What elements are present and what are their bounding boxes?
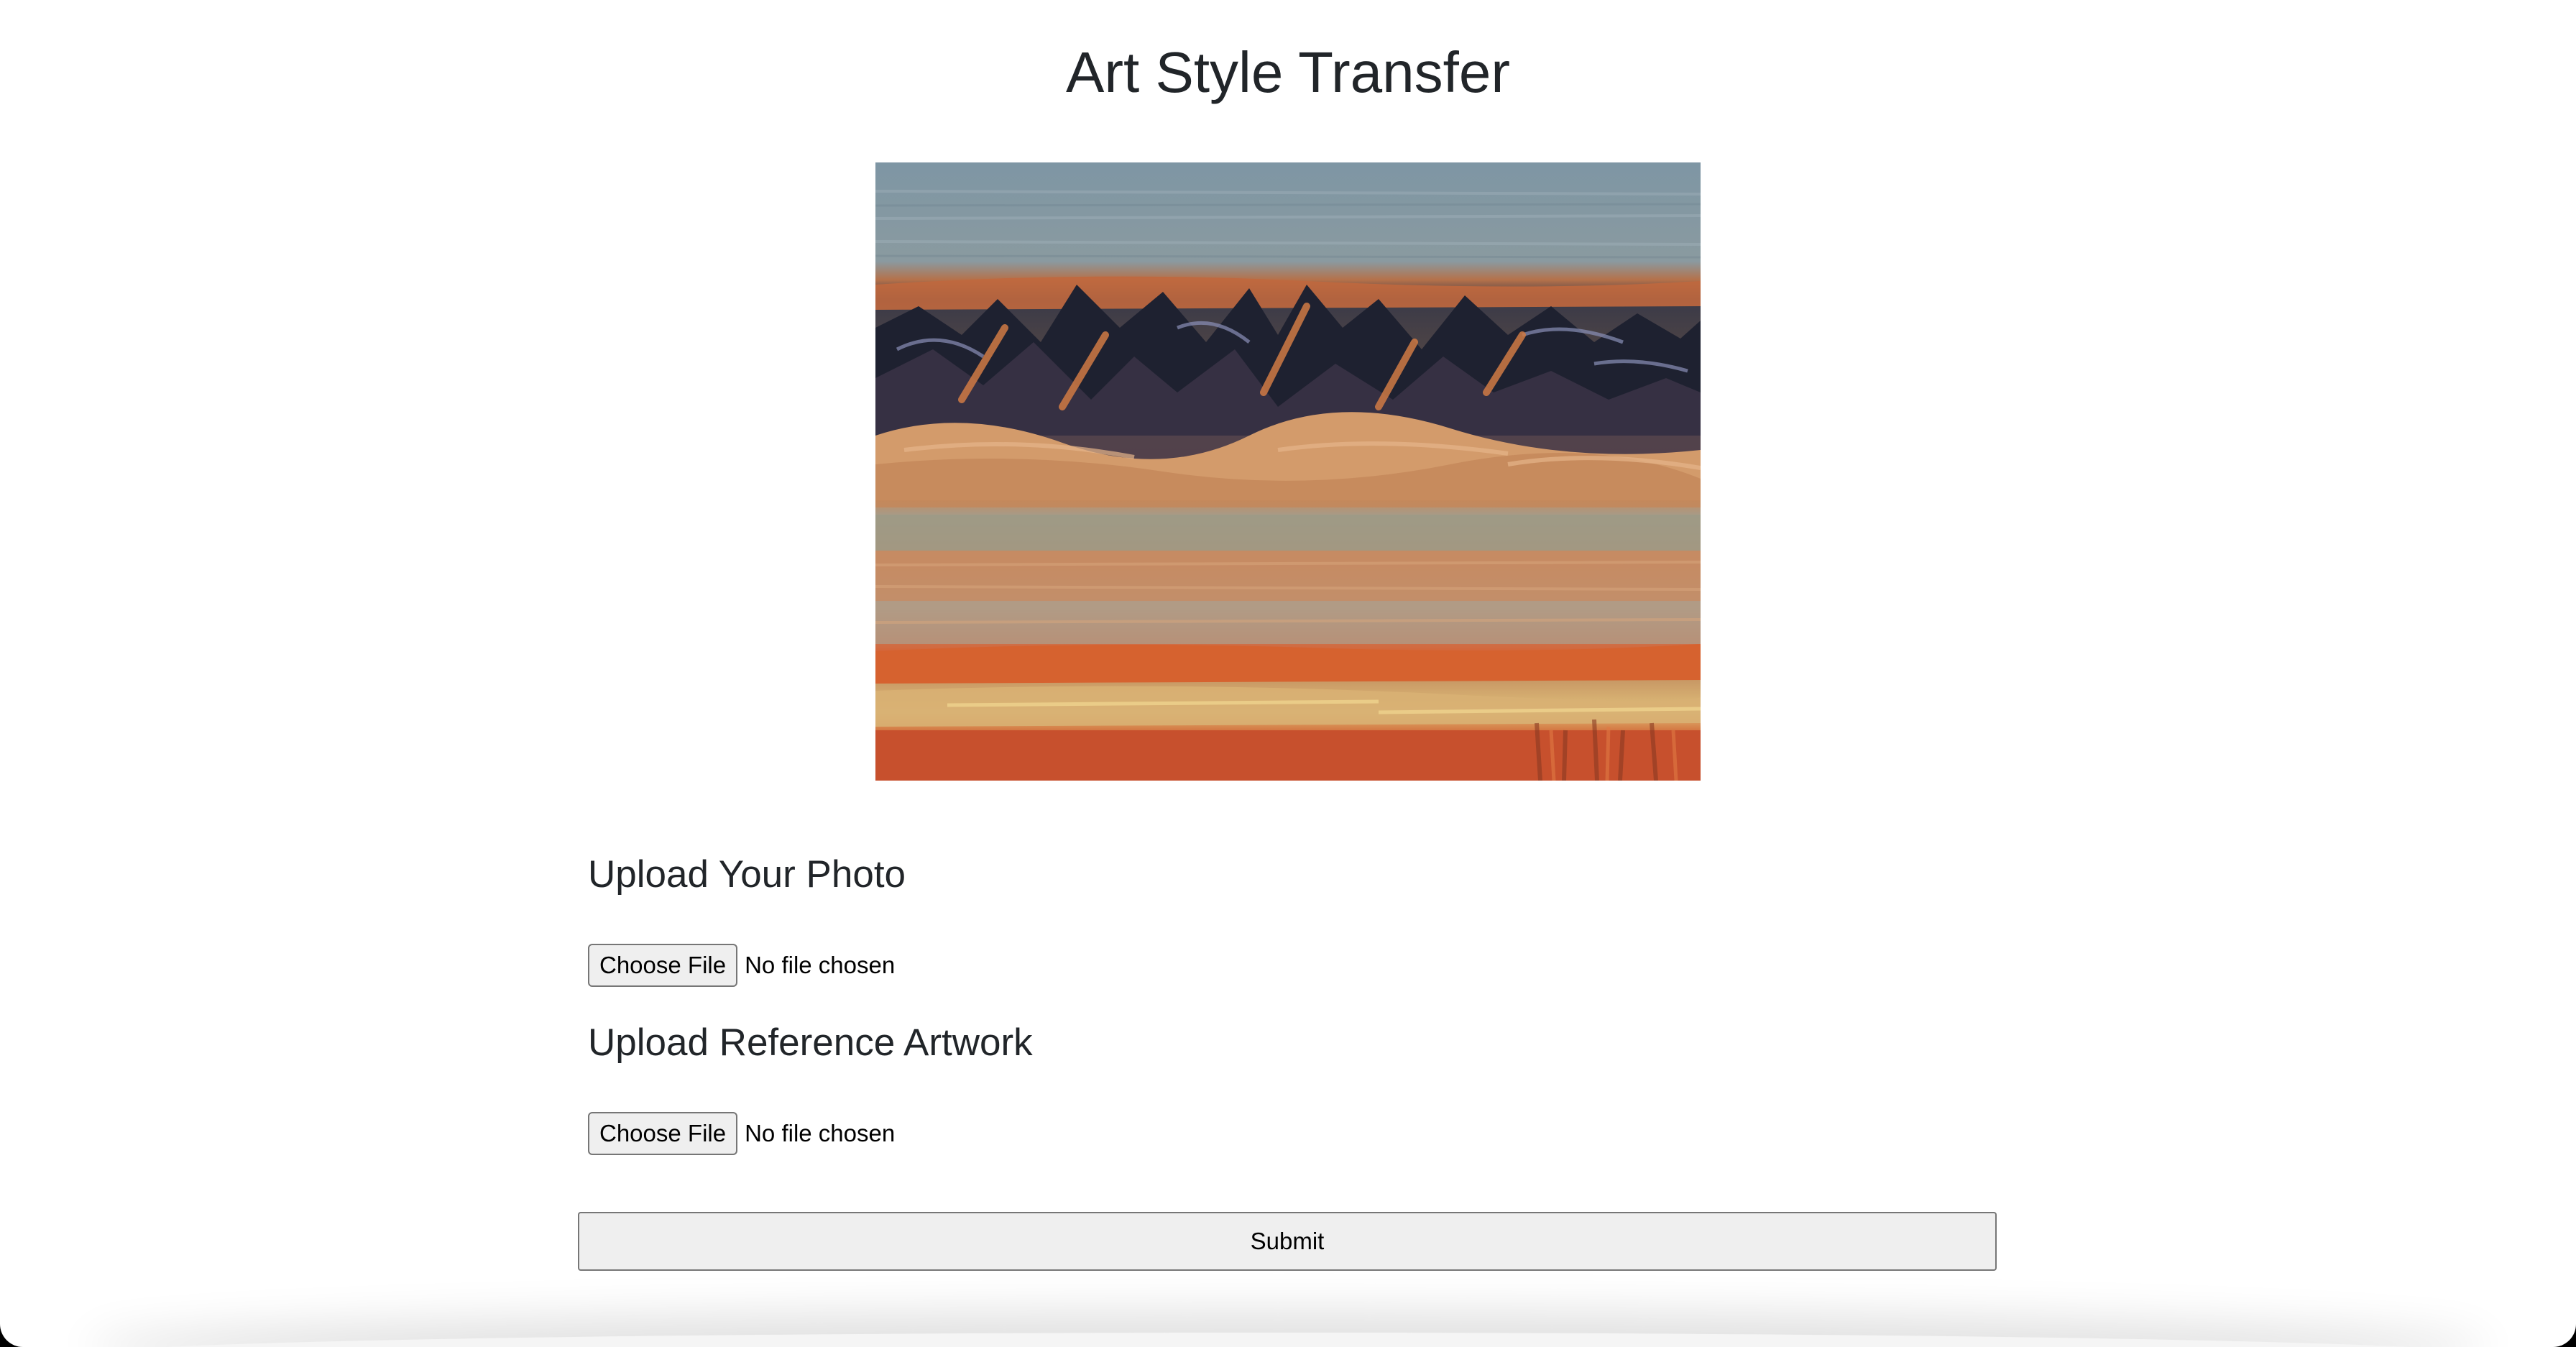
bottom-shadow xyxy=(101,1333,2475,1347)
stylized-result-image xyxy=(875,162,1701,781)
photo-file-status: No file chosen xyxy=(745,952,896,978)
photo-choose-file-button[interactable]: Choose File xyxy=(588,944,738,987)
photo-file-input[interactable]: Choose File No file chosen xyxy=(588,943,895,988)
reference-file-status: No file chosen xyxy=(745,1120,896,1146)
page-title: Art Style Transfer xyxy=(1066,40,1510,104)
reference-choose-file-button[interactable]: Choose File xyxy=(588,1112,738,1155)
submit-button[interactable]: Submit xyxy=(578,1212,1997,1271)
reference-file-input[interactable]: Choose File No file chosen xyxy=(588,1111,895,1156)
reference-upload-heading: Upload Reference Artwork xyxy=(588,1021,1033,1064)
browser-viewport: Art Style Transfer Upload Your Photo Cho… xyxy=(0,0,2576,1347)
photo-upload-heading: Upload Your Photo xyxy=(588,853,906,896)
